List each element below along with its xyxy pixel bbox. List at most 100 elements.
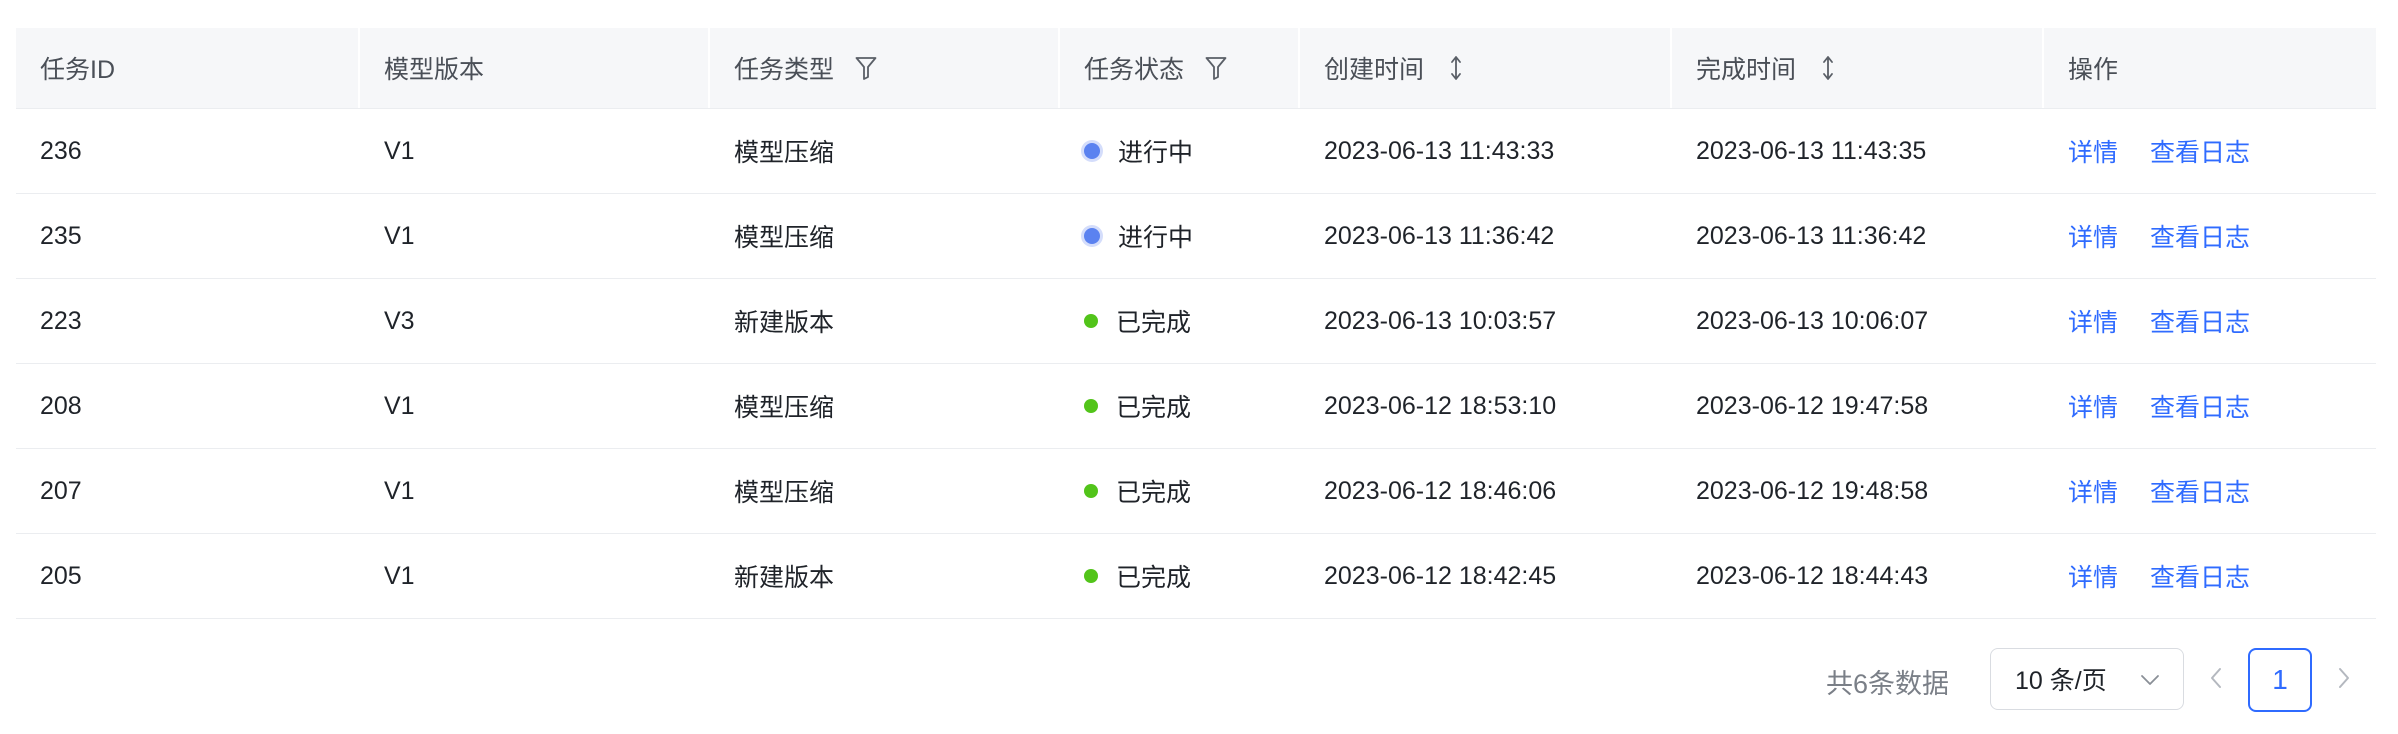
column-header-label: 任务状态 — [1084, 56, 1185, 84]
cell-created-time: 2023-06-12 18:46:06 — [1300, 448, 1672, 534]
cell-actions: 详情 查看日志 — [2044, 363, 2376, 449]
cell-model-version: V1 — [360, 363, 710, 449]
cell-actions: 详情 查看日志 — [2044, 108, 2376, 194]
view-log-link[interactable]: 查看日志 — [2150, 473, 2250, 509]
cell-task-status: 已完成 — [1060, 363, 1300, 449]
cell-task-type: 模型压缩 — [710, 108, 1060, 194]
row-actions: 详情 查看日志 — [2068, 558, 2250, 594]
column-header-label: 任务类型 — [734, 56, 835, 84]
status-dot-icon — [1084, 314, 1098, 328]
status-text: 进行中 — [1118, 139, 1194, 167]
cell-actions: 详情 查看日志 — [2044, 533, 2376, 619]
cell-task-status: 已完成 — [1060, 533, 1300, 619]
status-text: 已完成 — [1116, 479, 1192, 507]
column-header-task-id: 任务ID — [16, 28, 360, 109]
view-log-link[interactable]: 查看日志 — [2150, 388, 2250, 424]
cell-task-status: 进行中 — [1060, 193, 1300, 279]
cell-finished-time: 2023-06-13 11:36:42 — [1672, 193, 2044, 279]
cell-created-time: 2023-06-13 10:03:57 — [1300, 278, 1672, 364]
pagination: 共6条数据 10 条/页 1 — [0, 648, 2398, 712]
cell-model-version: V1 — [360, 533, 710, 619]
cell-task-type: 新建版本 — [710, 278, 1060, 364]
cell-actions: 详情 查看日志 — [2044, 193, 2376, 279]
cell-task-type: 模型压缩 — [710, 363, 1060, 449]
status-dot-icon — [1084, 399, 1098, 413]
cell-created-time: 2023-06-13 11:43:33 — [1300, 108, 1672, 194]
status-dot-icon — [1084, 143, 1100, 159]
row-actions: 详情 查看日志 — [2068, 473, 2250, 509]
column-header-finished-time: 完成时间 — [1672, 28, 2044, 109]
filter-icon[interactable] — [1202, 54, 1230, 82]
detail-link[interactable]: 详情 — [2068, 388, 2118, 424]
detail-link[interactable]: 详情 — [2068, 558, 2118, 594]
cell-model-version: V1 — [360, 193, 710, 279]
cell-actions: 详情 查看日志 — [2044, 448, 2376, 534]
row-actions: 详情 查看日志 — [2068, 218, 2250, 254]
status-badge: 进行中 — [1084, 218, 1193, 254]
view-log-link[interactable]: 查看日志 — [2150, 558, 2250, 594]
column-header-label: 完成时间 — [1696, 56, 1797, 84]
detail-link[interactable]: 详情 — [2068, 218, 2118, 254]
total-count: 共6条数据 — [1826, 669, 1950, 699]
cell-task-status: 进行中 — [1060, 108, 1300, 194]
column-header-label: 操作 — [2068, 56, 2119, 84]
view-log-link[interactable]: 查看日志 — [2150, 218, 2250, 254]
detail-link[interactable]: 详情 — [2068, 473, 2118, 509]
chevron-right-icon — [2336, 666, 2352, 695]
cell-finished-time: 2023-06-13 11:43:35 — [1672, 108, 2044, 194]
page-button-current[interactable]: 1 — [2248, 648, 2312, 712]
next-page-button[interactable] — [2328, 662, 2360, 698]
cell-finished-time: 2023-06-12 19:47:58 — [1672, 363, 2044, 449]
cell-task-type: 新建版本 — [710, 533, 1060, 619]
cell-finished-time: 2023-06-12 19:48:58 — [1672, 448, 2044, 534]
status-dot-icon — [1084, 228, 1100, 244]
table-body: 236 V1 模型压缩 进行中 2023-06-13 11:43:33 2023-06-1… — [16, 108, 2376, 619]
view-log-link[interactable]: 查看日志 — [2150, 303, 2250, 339]
filter-icon[interactable] — [852, 54, 880, 82]
status-text: 已完成 — [1116, 309, 1192, 337]
cell-finished-time: 2023-06-12 18:44:43 — [1672, 533, 2044, 619]
cell-task-type: 模型压缩 — [710, 448, 1060, 534]
column-header-task-status: 任务状态 — [1060, 28, 1300, 109]
status-text: 已完成 — [1116, 394, 1192, 422]
detail-link[interactable]: 详情 — [2068, 133, 2118, 169]
cell-model-version: V1 — [360, 448, 710, 534]
cell-model-version: V1 — [360, 108, 710, 194]
cell-finished-time: 2023-06-13 10:06:07 — [1672, 278, 2044, 364]
row-actions: 详情 查看日志 — [2068, 388, 2250, 424]
column-header-created-time: 创建时间 — [1300, 28, 1672, 109]
chevron-left-icon — [2208, 666, 2224, 695]
cell-task-status: 已完成 — [1060, 278, 1300, 364]
status-badge: 已完成 — [1084, 303, 1191, 339]
page-size-select[interactable]: 10 条/页 — [1990, 648, 2184, 710]
chevron-down-icon — [2139, 669, 2161, 698]
sort-icon[interactable] — [1814, 54, 1842, 82]
cell-task-id: 207 — [16, 448, 360, 534]
table-row: 223 V3 新建版本 已完成 2023-06-13 10:03:57 2023-06-1… — [16, 278, 2376, 364]
status-badge: 已完成 — [1084, 473, 1191, 509]
column-header-label: 模型版本 — [384, 56, 485, 84]
cell-task-id: 208 — [16, 363, 360, 449]
detail-link[interactable]: 详情 — [2068, 303, 2118, 339]
cell-created-time: 2023-06-12 18:42:45 — [1300, 533, 1672, 619]
page-size-value: 10 条/页 — [2015, 667, 2107, 695]
sort-icon[interactable] — [1442, 54, 1470, 82]
view-log-link[interactable]: 查看日志 — [2150, 133, 2250, 169]
status-dot-icon — [1084, 569, 1098, 583]
table-row: 236 V1 模型压缩 进行中 2023-06-13 11:43:33 2023-06-1… — [16, 108, 2376, 194]
cell-task-id: 235 — [16, 193, 360, 279]
column-header-label: 任务ID — [40, 56, 116, 84]
status-text: 进行中 — [1118, 224, 1194, 252]
column-header-model-version: 模型版本 — [360, 28, 710, 109]
column-header-actions: 操作 — [2044, 28, 2376, 109]
prev-page-button[interactable] — [2200, 662, 2232, 698]
table-header-row: 任务ID 模型版本 任务类型 任务状态 创建时间 完成时间 操作 — [16, 28, 2376, 109]
cell-created-time: 2023-06-13 11:36:42 — [1300, 193, 1672, 279]
row-actions: 详情 查看日志 — [2068, 303, 2250, 339]
cell-model-version: V3 — [360, 278, 710, 364]
status-badge: 已完成 — [1084, 558, 1191, 594]
column-header-label: 创建时间 — [1324, 56, 1425, 84]
cell-actions: 详情 查看日志 — [2044, 278, 2376, 364]
row-actions: 详情 查看日志 — [2068, 133, 2250, 169]
cell-task-type: 模型压缩 — [710, 193, 1060, 279]
